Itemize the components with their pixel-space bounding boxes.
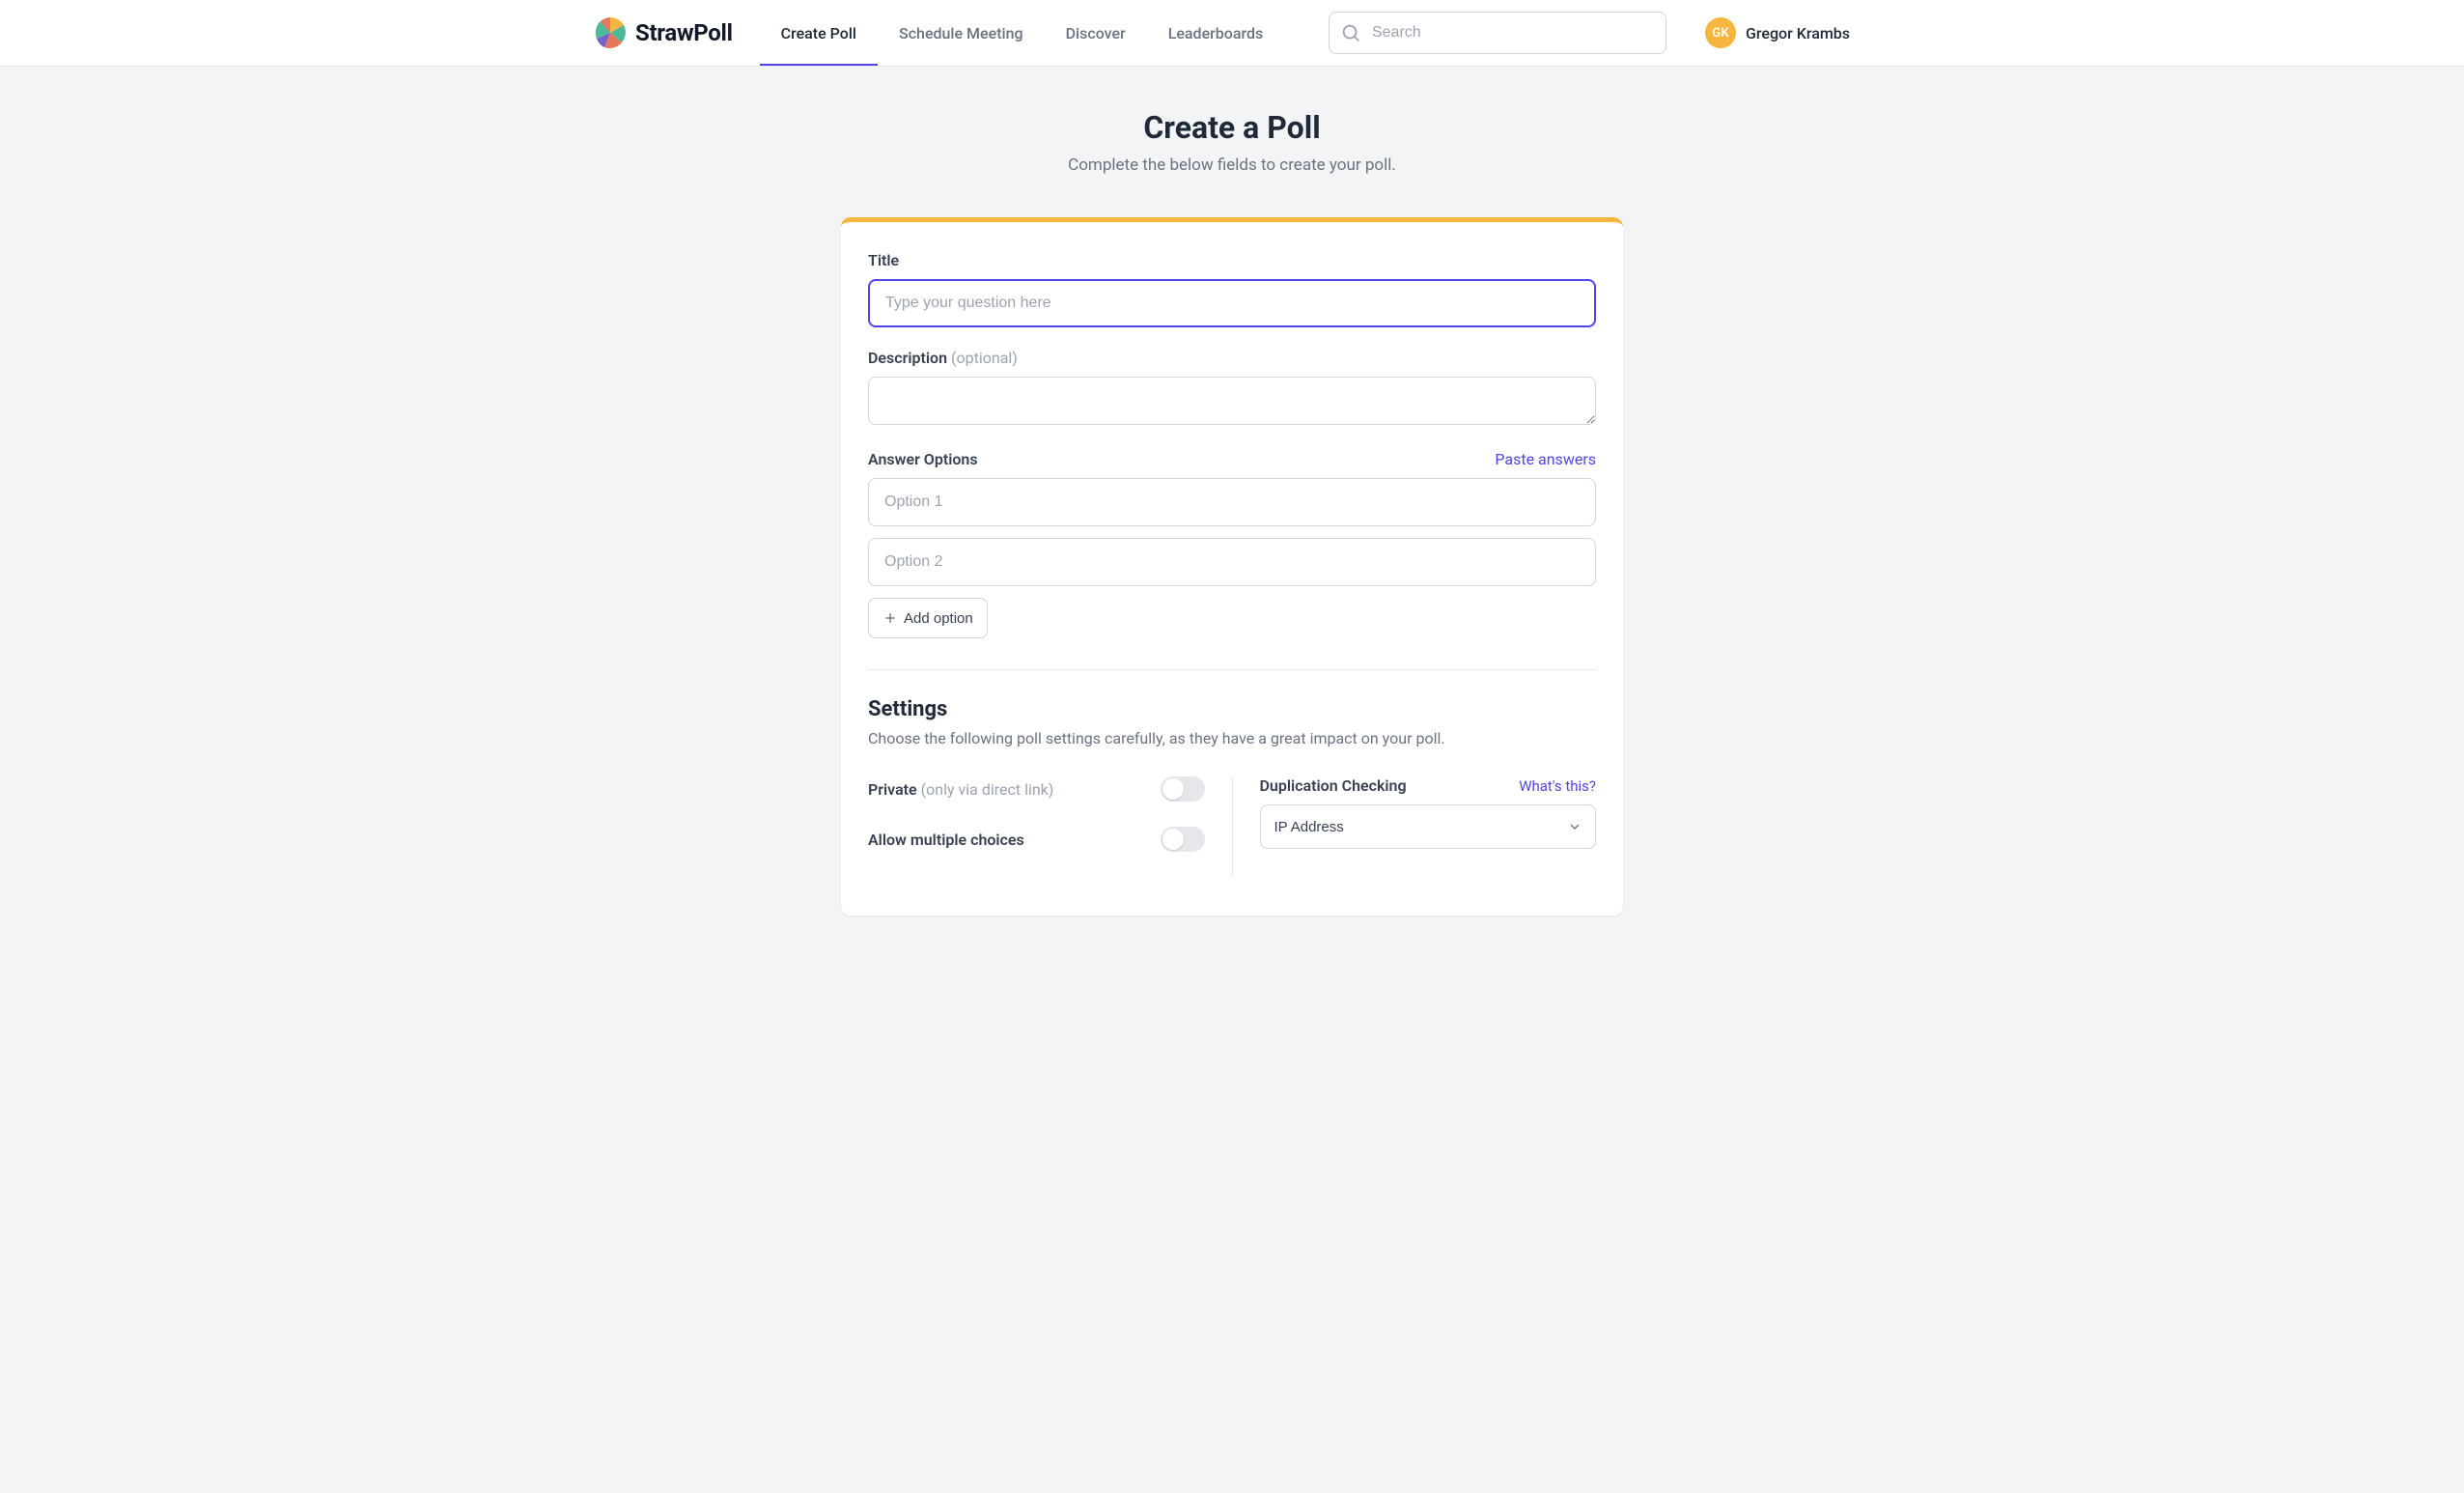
- page-subtitle: Complete the below fields to create your…: [595, 155, 1869, 175]
- search-wrap: [1329, 12, 1666, 54]
- private-hint: (only via direct link): [921, 780, 1054, 799]
- nav-label: Schedule Meeting: [899, 24, 1023, 42]
- description-label: Description (optional): [868, 349, 1596, 367]
- logo-icon: [595, 17, 626, 48]
- options-header: Answer Options Paste answers: [868, 450, 1596, 468]
- nav-label: Discover: [1066, 24, 1126, 42]
- poll-form-card: Title Description (optional) Answer Opti…: [841, 217, 1623, 916]
- add-option-button[interactable]: Add option: [868, 598, 988, 638]
- divider: [868, 669, 1596, 670]
- nav-discover[interactable]: Discover: [1045, 0, 1147, 66]
- settings-right-col: Duplication Checking What's this? IP Add…: [1232, 776, 1597, 877]
- header-inner: StrawPoll Create Poll Schedule Meeting D…: [556, 0, 1908, 66]
- page-title: Create a Poll: [595, 109, 1869, 146]
- dup-select[interactable]: IP Address: [1260, 804, 1597, 849]
- plus-icon: [882, 610, 898, 626]
- private-toggle[interactable]: [1161, 776, 1205, 802]
- title-field: Title: [868, 251, 1596, 327]
- nav-schedule-meeting[interactable]: Schedule Meeting: [878, 0, 1045, 66]
- dup-label: Duplication Checking: [1260, 776, 1407, 795]
- search-icon: [1340, 22, 1361, 43]
- header: StrawPoll Create Poll Schedule Meeting D…: [0, 0, 2464, 67]
- private-label: Private (only via direct link): [868, 780, 1053, 799]
- multiple-setting: Allow multiple choices: [868, 827, 1205, 852]
- multiple-toggle[interactable]: [1161, 827, 1205, 852]
- title-input[interactable]: [868, 279, 1596, 327]
- search-input[interactable]: [1329, 12, 1666, 54]
- title-label: Title: [868, 251, 1596, 269]
- avatar-initials: GK: [1712, 26, 1728, 41]
- user-menu[interactable]: GK Gregor Krambs: [1705, 17, 1850, 48]
- paste-answers-link[interactable]: Paste answers: [1495, 450, 1596, 468]
- settings-grid: Private (only via direct link) Allow mul…: [868, 776, 1596, 877]
- multiple-label: Allow multiple choices: [868, 831, 1024, 849]
- avatar: GK: [1705, 17, 1736, 48]
- dup-select-wrap: IP Address: [1260, 804, 1597, 849]
- settings-desc: Choose the following poll settings caref…: [868, 729, 1596, 747]
- whats-this-link[interactable]: What's this?: [1519, 777, 1596, 795]
- description-field: Description (optional): [868, 349, 1596, 429]
- settings-left-col: Private (only via direct link) Allow mul…: [868, 776, 1232, 877]
- nav-label: Create Poll: [781, 24, 856, 42]
- private-label-text: Private: [868, 780, 917, 799]
- options-field: Answer Options Paste answers Add option: [868, 450, 1596, 638]
- nav-label: Leaderboards: [1168, 24, 1264, 42]
- description-textarea[interactable]: [868, 377, 1596, 425]
- logo-text: StrawPoll: [635, 19, 733, 46]
- options-label: Answer Options: [868, 450, 978, 468]
- description-optional: (optional): [951, 349, 1018, 367]
- option-1-input[interactable]: [868, 478, 1596, 526]
- user-name: Gregor Krambs: [1746, 24, 1850, 42]
- nav: Create Poll Schedule Meeting Discover Le…: [760, 0, 1285, 66]
- dup-header: Duplication Checking What's this?: [1260, 776, 1597, 795]
- description-label-text: Description: [868, 349, 947, 367]
- add-option-label: Add option: [904, 610, 973, 627]
- settings-title: Settings: [868, 697, 1596, 721]
- nav-leaderboards[interactable]: Leaderboards: [1147, 0, 1285, 66]
- logo[interactable]: StrawPoll: [595, 17, 733, 48]
- private-setting: Private (only via direct link): [868, 776, 1205, 802]
- nav-create-poll[interactable]: Create Poll: [760, 0, 878, 66]
- page: Create a Poll Complete the below fields …: [556, 67, 1908, 973]
- option-2-input[interactable]: [868, 538, 1596, 586]
